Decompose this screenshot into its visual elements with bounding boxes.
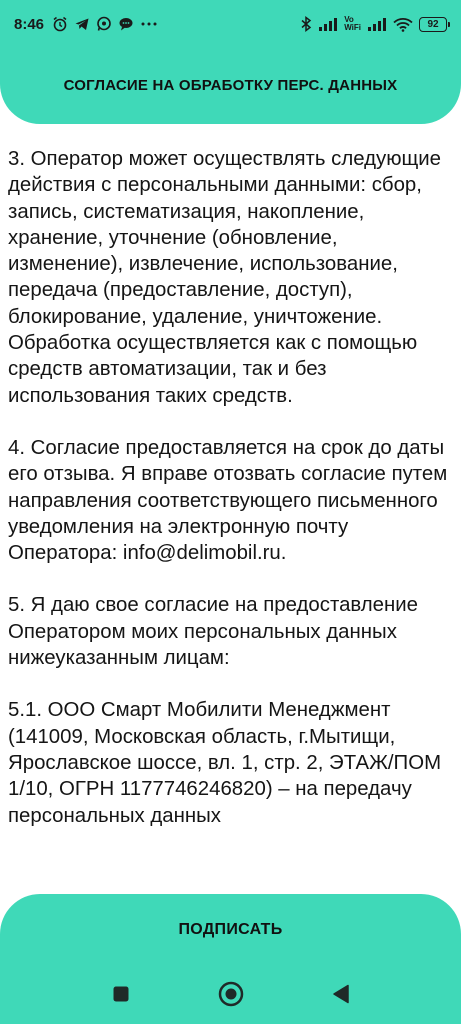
battery-level: 92 <box>427 18 439 30</box>
header: СОГЛАСИЕ НА ОБРАБОТКУ ПЕРС. ДАННЫХ <box>0 46 461 124</box>
status-left: 8:46 <box>14 16 158 33</box>
volte-bottom: WiFi <box>344 23 361 32</box>
wifi-icon <box>393 17 413 32</box>
consent-paragraph-4: 4. Согласие предоставляется на срок до д… <box>8 436 448 565</box>
alarm-icon <box>52 16 68 32</box>
bluetooth-icon <box>300 16 312 32</box>
sign-button[interactable]: ПОДПИСАТЬ <box>0 912 461 948</box>
home-icon <box>218 981 243 1007</box>
footer: ПОДПИСАТЬ <box>0 894 461 1024</box>
consent-paragraph-5-1: 5.1. ООО Смарт Мобилити Менеджмент (1410… <box>8 699 442 827</box>
back-icon <box>332 984 349 1004</box>
status-time: 8:46 <box>14 15 45 33</box>
home-button[interactable] <box>215 978 247 1010</box>
whatsapp-icon <box>96 16 112 32</box>
back-button[interactable] <box>325 978 357 1010</box>
battery-icon: 92 <box>419 16 450 32</box>
recents-button[interactable] <box>105 978 137 1010</box>
volte-icon: Vo WiFi <box>344 16 361 32</box>
more-icon <box>140 19 158 29</box>
signal-icon <box>367 17 387 31</box>
telegram-icon <box>74 16 90 32</box>
consent-paragraph-3: 3. Оператор может осуществлять следующие… <box>8 148 442 407</box>
system-nav-bar <box>0 974 461 1014</box>
consent-text-area[interactable]: 3. Оператор может осуществлять следующие… <box>0 124 461 894</box>
status-bar: 8:46 Vo WiFi 92 <box>0 0 461 48</box>
chat-icon <box>118 16 134 32</box>
page-title: СОГЛАСИЕ НА ОБРАБОТКУ ПЕРС. ДАННЫХ <box>63 76 398 94</box>
status-right: Vo WiFi 92 <box>300 16 450 32</box>
signal-icon <box>318 17 338 31</box>
recents-icon <box>113 986 128 1002</box>
consent-paragraph-5: 5. Я даю свое согласие на предоставление… <box>8 594 419 670</box>
